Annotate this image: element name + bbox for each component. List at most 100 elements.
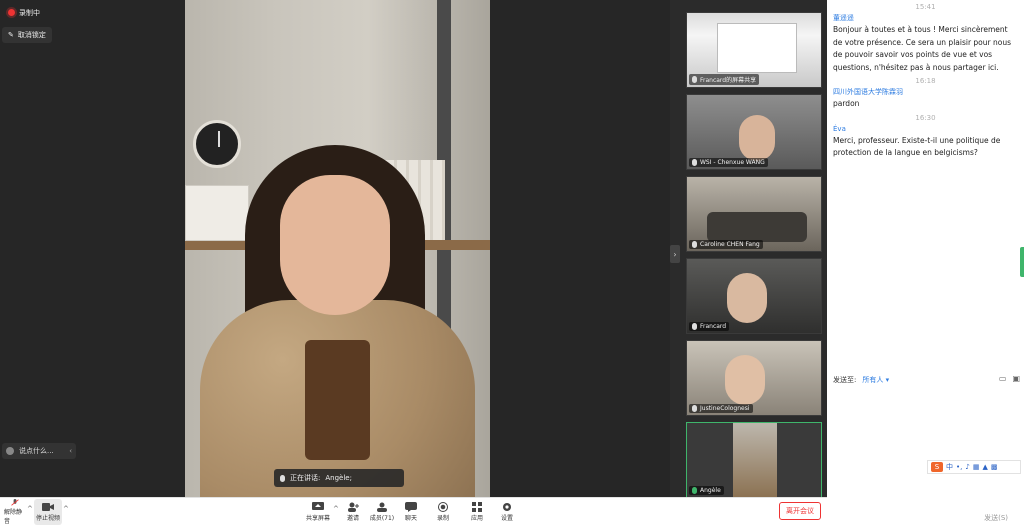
participant-label: WSI - Chenxue WANG [689, 158, 768, 167]
members-label: 成员(71) [369, 515, 395, 522]
participant-label: Angèle [689, 486, 724, 495]
say-something-input[interactable]: 说点什么... ‹ [2, 443, 76, 459]
participant-tile[interactable]: Caroline CHEN Fang [686, 176, 822, 252]
stop-video-label: 停止视频 [35, 515, 60, 522]
participant-tile[interactable]: JustineColognesi [686, 340, 822, 416]
punctuation-icon[interactable]: •, [956, 463, 962, 471]
participant-name: JustineColognesi [700, 405, 750, 412]
main-stage: 录制中 ✎ 取消锁定 说点什么... ‹ 正在讲话: Angèle; [0, 0, 670, 497]
send-to-label: 发送至: [833, 376, 857, 384]
collapse-left-icon[interactable]: ‹ [69, 447, 72, 455]
wall-clock-image [193, 120, 241, 168]
share-screen-button[interactable]: 共享屏幕 [304, 499, 332, 525]
invite-label: 邀请 [346, 515, 359, 522]
muted-mic-icon [11, 499, 19, 506]
chat-label: 聊天 [404, 515, 417, 522]
record-button[interactable]: 录制 [432, 499, 454, 525]
participant-label: Caroline CHEN Fang [689, 240, 763, 249]
active-speaker-video [185, 0, 490, 497]
speaking-prefix: 正在讲话: [290, 474, 321, 482]
participant-gallery: › Francard的屏幕共享 WSI - Chenxue WANG Carol… [670, 0, 827, 498]
chat-tools: ▭ ▣ [999, 374, 1020, 383]
speaking-indicator: 正在讲话: Angèle; [274, 469, 404, 487]
invite-button[interactable]: 邀请 [342, 499, 364, 525]
unpin-label: 取消锁定 [17, 31, 46, 39]
participant-video [733, 423, 777, 497]
members-icon [377, 502, 387, 512]
keyboard-icon[interactable]: ▦ [973, 463, 980, 471]
stop-video-button[interactable]: 停止视频 [34, 499, 62, 525]
say-something-label: 说点什么... [19, 447, 54, 455]
ime-toolbar[interactable]: S 中 •, ♪ ▦ ▲ ▩ [927, 460, 1021, 474]
emoji-icon [6, 447, 14, 455]
screenshot-icon[interactable]: ▣ [1012, 374, 1020, 383]
speaker-shirt [305, 340, 370, 460]
settings-button[interactable]: 设置 [496, 499, 518, 525]
apps-grid-icon [472, 502, 482, 512]
share-options-caret[interactable]: ^ [333, 505, 339, 513]
send-button[interactable]: 发送(S) [984, 513, 1008, 523]
chat-message: 15:41 董遥遥 Bonjour à toutes et à tous ! M… [833, 2, 1018, 74]
participant-name: Francard的屏幕共享 [700, 77, 757, 84]
participant-name: Angèle [700, 487, 721, 494]
message-sender[interactable]: 董遥遥 [833, 13, 1018, 24]
unpin-button[interactable]: ✎ 取消锁定 [2, 27, 52, 43]
speaking-name: Angèle; [325, 474, 352, 482]
audio-options-caret[interactable]: ^ [27, 505, 33, 513]
microphone-icon[interactable]: ♪ [965, 463, 969, 471]
microphone-icon [692, 405, 697, 412]
apps-button[interactable]: 应用 [466, 499, 488, 525]
file-icon[interactable]: ▭ [999, 374, 1007, 383]
chat-message: 16:18 四川外国语大学陈霖羽 pardon [833, 76, 1018, 111]
meeting-window: 录制中 ✎ 取消锁定 说点什么... ‹ 正在讲话: Angèle; › Fra… [0, 0, 1024, 525]
unmute-button[interactable]: 解除静音 [4, 499, 26, 525]
participant-tile[interactable]: WSI - Chenxue WANG [686, 94, 822, 170]
settings-label: 设置 [500, 515, 513, 522]
participants-group-image [707, 212, 807, 242]
message-time: 16:18 [915, 77, 936, 85]
microphone-icon [692, 76, 697, 83]
message-time: 15:41 [915, 3, 936, 11]
microphone-icon [692, 323, 697, 330]
pin-icon: ✎ [8, 31, 14, 39]
microphone-icon [692, 241, 697, 248]
meeting-toolbar: 解除静音 ^ 停止视频 ^ 共享屏幕 ^ 邀请 成员(71) 聊天 录制 应用 … [0, 497, 827, 525]
participant-name: Francard [700, 323, 727, 330]
participant-label: JustineColognesi [689, 404, 753, 413]
participant-tile[interactable]: Francard的屏幕共享 [686, 12, 822, 88]
participant-face-image [739, 115, 775, 161]
microphone-icon [280, 474, 285, 482]
chat-message: 16:30 Éva Merci, professeur. Existe-t-il… [833, 113, 1018, 160]
camera-icon [42, 503, 54, 511]
ime-mode-label[interactable]: 中 [946, 462, 953, 472]
chat-button[interactable]: 聊天 [400, 499, 422, 525]
record-icon [438, 502, 448, 512]
message-time: 16:30 [915, 113, 936, 122]
message-text: pardon [833, 99, 860, 108]
video-options-caret[interactable]: ^ [63, 505, 69, 513]
participant-tile[interactable]: Francard [686, 258, 822, 334]
chat-input[interactable] [827, 388, 1024, 508]
members-button[interactable]: 成员(71) [368, 499, 396, 525]
speaker-face [280, 175, 390, 315]
message-sender[interactable]: Éva [833, 124, 1018, 135]
message-text: Merci, professeur. Existe-t-il une polit… [833, 135, 1001, 158]
collapse-gallery-button[interactable]: › [670, 245, 680, 263]
skin-icon[interactable]: ▲ [982, 463, 987, 471]
message-sender[interactable]: 四川外国语大学陈霖羽 [833, 87, 1018, 98]
participant-label: Francard [689, 322, 730, 331]
chat-bubble-icon [405, 502, 417, 512]
unmute-label: 解除静音 [4, 509, 23, 525]
share-screen-label: 共享屏幕 [305, 515, 330, 522]
side-tab-handle[interactable] [1020, 247, 1024, 277]
send-to-dropdown[interactable]: 所有人 ▾ [862, 375, 889, 385]
grid-icon[interactable]: ▩ [991, 463, 998, 471]
participant-face-image [725, 355, 765, 405]
recording-indicator[interactable]: 录制中 [2, 4, 46, 21]
leave-meeting-button[interactable]: 离开会议 [779, 502, 821, 520]
sogou-logo-icon: S [931, 462, 943, 472]
participant-label: Francard的屏幕共享 [689, 74, 760, 85]
message-text: Bonjour à toutes et à tous ! Merci sincè… [833, 25, 1011, 72]
participant-tile-active[interactable]: Angèle [686, 422, 822, 498]
record-dot-icon [8, 9, 15, 16]
